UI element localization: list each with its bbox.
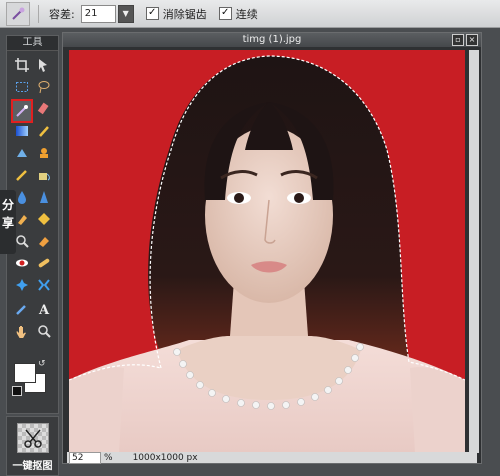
bucket-tool-icon[interactable] [34, 165, 54, 185]
magic-wand-icon[interactable] [6, 1, 30, 26]
document-window: timg (1).jpg ▫ × 52 % 1000x1000 px [62, 32, 482, 464]
marquee-tool-icon[interactable] [12, 77, 32, 97]
options-bar: 容差: 21 ▼ ✓ 消除锯齿 ✓ 连续 [0, 0, 500, 28]
document-title: timg (1).jpg [63, 33, 481, 47]
foreground-color-swatch[interactable] [14, 363, 36, 383]
checkmark-icon: ✓ [145, 7, 159, 20]
spot-heal-tool-icon[interactable] [34, 253, 54, 273]
lasso-tool-icon[interactable] [34, 77, 54, 97]
move-tool-icon[interactable] [34, 55, 54, 75]
toolbox-title: 工具 [7, 36, 58, 51]
antialias-checkbox[interactable]: ✓ 消除锯齿 [145, 6, 207, 22]
svg-text:A: A [38, 303, 50, 316]
gradient-tool-icon[interactable] [12, 121, 32, 141]
scissors-icon [17, 423, 49, 453]
one-click-cutout-button[interactable]: 一键抠图 [6, 416, 59, 476]
pinch-tool-icon[interactable] [34, 275, 54, 295]
crop-tool-icon[interactable] [12, 55, 32, 75]
checkmark-icon: ✓ [218, 7, 232, 20]
close-window-icon[interactable]: × [466, 34, 478, 46]
separator [38, 4, 39, 23]
image-canvas[interactable] [69, 50, 465, 453]
sponge-tool-icon[interactable] [34, 209, 54, 229]
zoom-input[interactable]: 52 [69, 451, 101, 464]
reset-colors-icon[interactable] [12, 386, 22, 396]
zoom-unit: % [104, 452, 113, 463]
bloat-tool-icon[interactable] [12, 275, 32, 295]
tolerance-input[interactable]: 21 [80, 4, 116, 23]
share-tab[interactable]: 分 享 [0, 190, 16, 254]
burn-tool-icon[interactable] [34, 231, 54, 251]
share-label-2: 享 [1, 216, 14, 230]
contiguous-checkbox[interactable]: ✓ 连续 [218, 6, 258, 22]
zoom-tool-icon[interactable] [34, 321, 54, 341]
contiguous-label: 连续 [235, 7, 258, 21]
pencil-tool-icon[interactable] [12, 165, 32, 185]
image-dimensions: 1000x1000 px [132, 452, 198, 463]
share-label-1: 分 [1, 198, 14, 212]
restore-window-icon[interactable]: ▫ [452, 34, 464, 46]
clone-stamp-tool-icon[interactable] [12, 143, 32, 163]
eraser-tool-icon[interactable] [34, 99, 54, 119]
brush-tool-icon[interactable] [34, 121, 54, 141]
stamp-tool-icon[interactable] [34, 143, 54, 163]
type-tool-icon[interactable]: A [34, 299, 54, 319]
tolerance-dropdown-button[interactable]: ▼ [117, 4, 134, 23]
portrait-photo [69, 50, 465, 453]
swap-colors-icon[interactable]: ↺ [38, 359, 46, 369]
vertical-scrollbar[interactable] [469, 50, 479, 453]
tolerance-label: 容差: [49, 7, 75, 21]
magic-wand-tool-icon[interactable] [11, 99, 33, 123]
hand-tool-icon[interactable] [12, 321, 32, 341]
antialias-label: 消除锯齿 [162, 7, 207, 21]
red-eye-tool-icon[interactable] [12, 253, 32, 273]
cutout-label: 一键抠图 [12, 461, 53, 472]
sharpen-tool-icon[interactable] [34, 187, 54, 207]
color-picker-tool-icon[interactable] [12, 299, 32, 319]
status-bar: 52 % 1000x1000 px [67, 451, 477, 464]
